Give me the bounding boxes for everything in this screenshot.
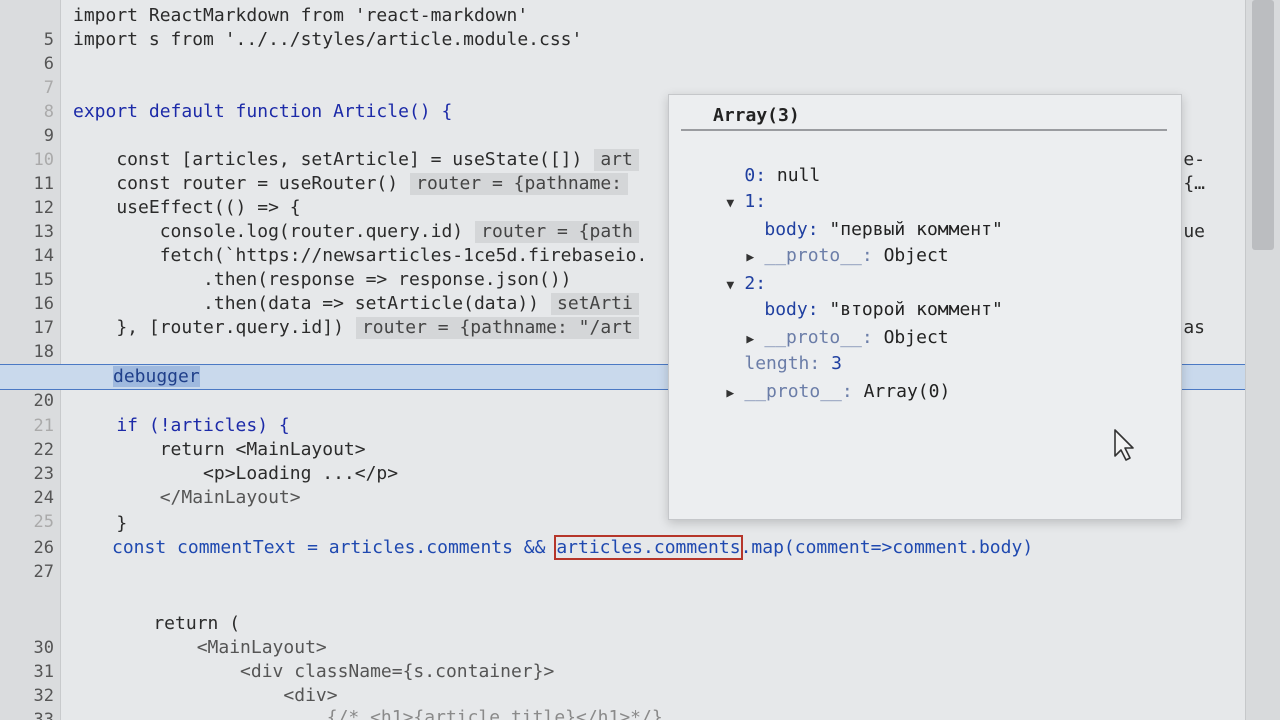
inline-debug-value[interactable]: router = {pathname: — [410, 173, 629, 195]
code-text: export default function Article() { — [73, 101, 453, 122]
code-text: </MainLayout> — [73, 487, 301, 508]
property-value: null — [776, 165, 821, 186]
line-number: 27 — [33, 562, 54, 582]
mouse-pointer-icon — [1114, 429, 1134, 461]
triangle-right-icon[interactable]: ▶ — [726, 381, 744, 407]
code-text: return ( — [110, 613, 241, 634]
property-key: __proto__ — [764, 245, 862, 266]
vertical-scrollbar[interactable] — [1245, 0, 1280, 720]
code-line-content: const router = useRouter() router = {path… — [73, 172, 629, 196]
code-line-content: const [articles, setArticle] = useState(… — [73, 148, 639, 172]
property-separator: : — [861, 327, 884, 348]
code-line-content: debugger — [113, 365, 200, 389]
code-text: }, [router.query.id]) — [73, 317, 344, 338]
code-text: const router = useRouter() — [73, 173, 399, 194]
property-value: Object — [883, 245, 949, 266]
code-text: <div> — [110, 685, 338, 706]
property-value: Array(0) — [863, 381, 951, 402]
code-text: import ReactMarkdown from 'react-markdow… — [73, 5, 529, 26]
code-text: console.log(router.query.id) — [73, 221, 464, 242]
item-2-body[interactable]: body: "второй коммент" — [721, 271, 1002, 320]
code-line-content: .then(data => setArticle(data)) setArti — [73, 292, 639, 316]
code-text: if (!articles) { — [73, 415, 290, 436]
array-length[interactable]: length: 3 — [701, 325, 842, 374]
code-line-32[interactable]: 32 <div className={s.container}> — [0, 660, 1245, 706]
item-2-proto[interactable]: ▶ __proto__: Object — [703, 299, 948, 348]
array-proto[interactable]: ▶ __proto__: Array(0) — [683, 353, 950, 402]
array-item-2[interactable]: ▼ 2: — [683, 245, 766, 294]
code-line-34[interactable]: {/* <h1>{article.title}</h1>*/} — [0, 706, 1245, 720]
array-item-1[interactable]: ▼ 1: — [683, 163, 766, 212]
code-line-30[interactable]: 30 return ( — [0, 612, 1245, 658]
code-text: .then(data => setArticle(data)) — [73, 293, 539, 314]
code-line-6[interactable]: 6 import s from '../../styles/article.mo… — [0, 28, 1245, 74]
inline-debug-value[interactable]: router = {pathname: "/art — [355, 317, 639, 339]
code-text: <MainLayout> — [110, 637, 327, 658]
code-text: return <MainLayout> — [73, 439, 366, 460]
item-1-proto[interactable]: ▶ __proto__: Object — [703, 217, 948, 266]
debug-value-popup[interactable]: Array(3) 0: null ▼ 1: body: "первый комме… — [668, 94, 1182, 520]
code-text: <div className={s.container}> — [110, 661, 555, 682]
popup-divider — [681, 129, 1167, 131]
code-line-27[interactable]: 27 const commentText = articles.comments… — [0, 535, 1245, 582]
code-text: {/* <h1>{article.title}</h1>*/} — [110, 707, 663, 720]
code-text: import s from '../../styles/article.modu… — [73, 29, 583, 50]
code-line-content: const commentText = articles.comments &&… — [112, 535, 1034, 560]
inline-debug-value[interactable]: art — [594, 149, 639, 171]
item-1-body[interactable]: body: "первый коммент" — [721, 191, 1002, 240]
code-line-content: }, [router.query.id]) router = {pathname:… — [73, 316, 639, 340]
popup-title: Array(3) — [713, 105, 800, 126]
code-text: const [articles, setArticle] = useState(… — [73, 149, 583, 170]
debugger-statement: debugger — [113, 366, 200, 387]
code-text: useEffect(() => { — [73, 197, 301, 218]
code-line-5[interactable]: 5 import ReactMarkdown from 'react-markd… — [0, 4, 1245, 50]
array-item-0[interactable]: 0: null — [701, 137, 820, 186]
inline-debug-value[interactable]: setArti — [551, 293, 639, 315]
code-text: <p>Loading ...</p> — [73, 463, 399, 484]
code-line-31[interactable]: 31 <MainLayout> — [0, 636, 1245, 682]
code-text: } — [73, 513, 128, 534]
inline-debug-value[interactable]: router = {path — [475, 221, 639, 243]
scrollbar-thumb[interactable] — [1252, 0, 1274, 250]
property-value: Object — [883, 327, 949, 348]
code-text: fetch(`https://newsarticles-1ce5d.fireba… — [73, 245, 648, 266]
code-line-7[interactable]: 7 — [0, 52, 1245, 98]
property-separator: : — [861, 245, 884, 266]
property-separator: : — [841, 381, 864, 402]
code-text: .map(comment=>comment.body) — [740, 537, 1034, 558]
hovered-expression[interactable]: articles.comments — [554, 535, 743, 560]
code-text: const commentText = articles.comments && — [112, 537, 557, 558]
code-line-content: console.log(router.query.id) router = {pa… — [73, 220, 639, 244]
code-line-33[interactable]: 33 <div> — [0, 684, 1245, 720]
code-text: .then(response => response.json()) — [73, 269, 572, 290]
property-key: __proto__ — [744, 381, 842, 402]
